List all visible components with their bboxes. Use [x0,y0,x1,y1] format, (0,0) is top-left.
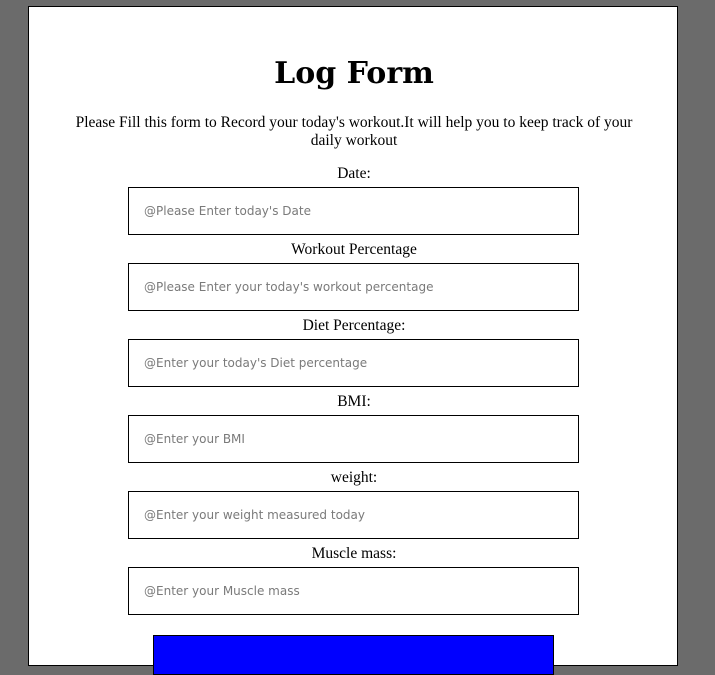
diet-percentage-label: Diet Percentage: [302,317,406,334]
weight-input[interactable] [128,491,579,539]
date-input[interactable] [128,187,579,235]
log-form-card: Log Form Please Fill this form to Record… [28,6,678,675]
bmi-input[interactable] [128,415,579,463]
muscle-mass-input[interactable] [128,567,579,615]
page-title: Log Form [274,56,434,91]
submit-button[interactable] [153,635,554,675]
date-label: Date: [337,165,371,182]
muscle-mass-label: Muscle mass: [311,545,397,562]
bmi-label: BMI: [337,393,371,410]
workout-percentage-label: Workout Percentage [291,241,417,258]
workout-percentage-input[interactable] [128,263,579,311]
form-description: Please Fill this form to Record your tod… [75,114,633,149]
weight-label: weight: [330,469,378,486]
diet-percentage-input[interactable] [128,339,579,387]
